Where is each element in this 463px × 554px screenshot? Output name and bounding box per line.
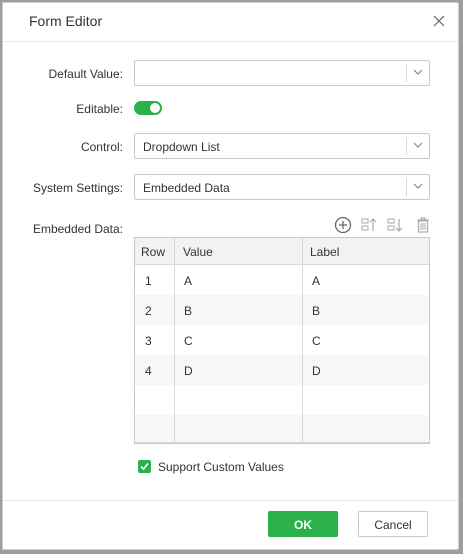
table-row[interactable]: 4 D D [135,355,429,385]
default-value-label: Default Value: [48,67,124,81]
table-bottom-border [135,442,429,443]
table-row[interactable]: 1 A A [135,265,429,295]
row-number: 1 [145,274,152,288]
row-label: A [312,274,321,288]
table-header: Row Value Label [135,238,429,265]
dialog-title: Form Editor [29,13,103,29]
move-up-icon[interactable] [359,215,379,235]
row-number: 3 [145,334,152,348]
control-value: Dropdown List [143,140,220,154]
embedded-data-label: Embedded Data: [32,222,123,236]
default-value-dropdown-toggle[interactable] [406,64,429,82]
editable-toggle[interactable] [134,101,162,115]
toggle-knob [150,103,160,113]
cancel-button[interactable]: Cancel [358,511,428,537]
chevron-down-icon [413,183,423,189]
close-icon[interactable] [432,14,446,28]
dialog-header: Form Editor [3,3,458,42]
row-label: C [312,334,321,348]
control-label: Control: [80,140,123,154]
table-row[interactable]: 2 B B [135,295,429,325]
table-row-empty[interactable] [135,385,429,415]
dialog-footer: OK Cancel [3,500,458,549]
row-value: C [184,334,193,348]
control-dropdown-toggle[interactable] [406,137,429,155]
ok-button[interactable]: OK [268,511,338,537]
column-divider [174,238,175,443]
row-value: B [184,304,193,318]
header-row: Row [141,245,166,259]
system-settings-select[interactable]: Embedded Data [134,174,430,200]
chevron-down-icon [413,142,423,148]
system-settings-dropdown-toggle[interactable] [406,178,429,196]
editable-label: Editable: [76,102,123,116]
row-number: 4 [145,364,152,378]
row-value: D [184,364,193,378]
add-icon[interactable] [333,215,353,235]
table-row-empty[interactable] [135,415,429,443]
support-custom-values-label: Support Custom Values [158,460,284,474]
embedded-data-toolbar [333,215,433,235]
header-value: Value [183,245,213,259]
embedded-data-table: Row Value Label 1 A A 2 B B 3 C C 4 D D [134,237,430,444]
checkmark-icon [140,462,149,471]
form-editor-dialog: Form Editor Default Value: Editable: Con… [2,2,459,550]
system-settings-label: System Settings: [32,181,123,195]
default-value-select[interactable] [134,60,430,86]
row-label: D [312,364,321,378]
control-select[interactable]: Dropdown List [134,133,430,159]
chevron-down-icon [413,69,423,75]
column-divider [302,238,303,443]
row-value: A [184,274,193,288]
delete-icon[interactable] [413,215,433,235]
row-number: 2 [145,304,152,318]
table-row[interactable]: 3 C C [135,325,429,355]
support-custom-values-checkbox[interactable] [138,460,151,473]
header-label: Label [310,245,340,259]
system-settings-value: Embedded Data [143,181,230,195]
move-down-icon[interactable] [385,215,405,235]
row-label: B [312,304,321,318]
